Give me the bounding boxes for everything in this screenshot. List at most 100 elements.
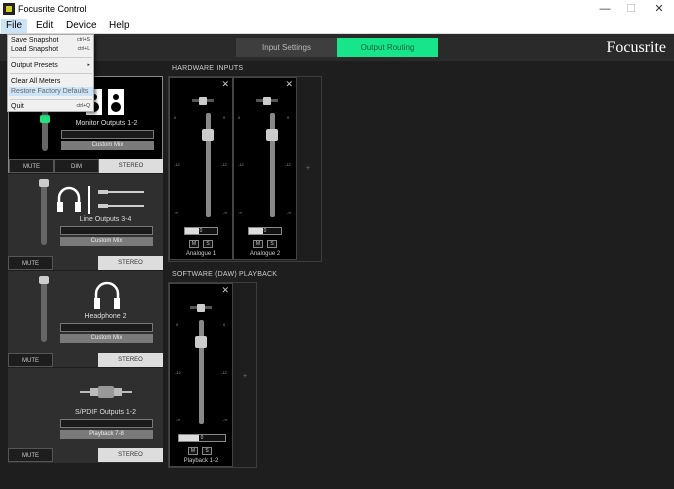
output-spdif-panel[interactable]: S/PDIF Outputs 1-2 Playback 7-8 MUTE STE…	[8, 368, 163, 463]
scale-label: 0	[176, 322, 179, 327]
level-meter	[60, 226, 153, 235]
output-name: Line Outputs 3-4	[79, 216, 132, 223]
output-line-panel[interactable]: Line Outputs 3-4 Custom Mix MUTE STEREO	[8, 174, 163, 270]
solo-s-button[interactable]: S	[267, 240, 277, 248]
tab-input-settings[interactable]: Input Settings	[236, 38, 337, 57]
level-meter	[61, 130, 154, 139]
add-channel-button[interactable]: +	[243, 373, 247, 380]
mute-button[interactable]: MUTE	[9, 159, 54, 173]
pan-knob[interactable]	[199, 97, 207, 105]
solo-s-button[interactable]: S	[203, 240, 213, 248]
source-select-button[interactable]: Custom Mix	[60, 237, 153, 246]
mute-m-button[interactable]: M	[189, 240, 199, 248]
fader-knob[interactable]	[195, 336, 207, 348]
channel-name: Analogue 1	[185, 251, 217, 257]
gain-display[interactable]: 0	[178, 434, 226, 442]
menu-item-clear-meters[interactable]: Clear All Meters	[9, 77, 93, 86]
scale-label: -12	[221, 370, 227, 375]
mute-m-button[interactable]: M	[188, 447, 198, 455]
close-icon[interactable]: ✕	[221, 285, 229, 296]
section-title-daw-playback: SOFTWARE (DAW) PLAYBACK	[172, 271, 278, 278]
menu-separator	[10, 99, 92, 100]
menu-item-restore-defaults[interactable]: Restore Factory Defaults	[9, 87, 93, 96]
close-button[interactable]: ✕	[646, 0, 672, 19]
title-bar: Focusrite Control — ☐ ✕	[0, 0, 674, 19]
scale-label: 0	[174, 115, 177, 120]
scale-label: 0	[238, 115, 241, 120]
mute-button[interactable]: MUTE	[8, 256, 53, 270]
mute-button[interactable]: MUTE	[8, 353, 53, 367]
channel-name: Analogue 2	[249, 251, 281, 257]
gain-display[interactable]: 0	[184, 227, 218, 235]
menu-item-save-snapshot[interactable]: Save Snapshot ctrl+S	[9, 36, 93, 45]
section-title-hardware-inputs: HARDWARE INPUTS	[172, 65, 244, 72]
stereo-button[interactable]: STEREO	[98, 256, 163, 270]
headphones-and-cables-icon	[57, 186, 144, 214]
output-name: Headphone 2	[84, 313, 127, 320]
scale-label: -12	[174, 162, 180, 167]
source-select-button[interactable]: Custom Mix	[61, 141, 154, 150]
volume-knob[interactable]	[39, 179, 49, 187]
submenu-arrow-icon: ▸	[87, 62, 90, 68]
scale-label: -∞	[174, 210, 179, 215]
gain-display[interactable]: 0	[248, 227, 282, 235]
menu-item-output-presets[interactable]: Output Presets ▸	[9, 61, 93, 70]
fader-knob[interactable]	[202, 129, 214, 141]
window-title: Focusrite Control	[18, 4, 87, 14]
file-menu-dropdown: Save Snapshot ctrl+S Load Snapshot ctrl+L …	[7, 34, 94, 112]
output-name: S/PDIF Outputs 1-2	[74, 409, 137, 416]
scale-label: -12	[175, 370, 181, 375]
mute-m-button[interactable]: M	[253, 240, 263, 248]
stereo-button[interactable]: STEREO	[99, 159, 163, 173]
maximize-button[interactable]: ☐	[618, 0, 644, 19]
source-select-button[interactable]: Custom Mix	[60, 334, 153, 343]
volume-knob[interactable]	[39, 276, 49, 284]
minimize-button[interactable]: —	[592, 0, 618, 19]
stereo-button[interactable]: STEREO	[98, 448, 163, 462]
pan-knob[interactable]	[197, 304, 205, 312]
channel-name: Playback 1-2	[183, 458, 219, 464]
scale-label: 0	[223, 322, 226, 327]
menu-item-quit[interactable]: Quit ctrl+Q	[9, 102, 93, 111]
solo-s-button[interactable]: S	[202, 447, 212, 455]
output-name: Monitor Outputs 1-2	[75, 120, 138, 127]
channel-strip: ✕ 0 0 -12 -12 -∞ -∞ 0 M S Analogue 2	[233, 77, 297, 260]
dim-button[interactable]: DIM	[54, 159, 99, 173]
fader-knob[interactable]	[266, 129, 278, 141]
tab-output-routing[interactable]: Output Routing	[337, 38, 438, 57]
close-icon[interactable]: ✕	[285, 79, 293, 90]
scale-label: -12	[238, 162, 244, 167]
source-select-button[interactable]: Playback 7-8	[60, 430, 153, 439]
menu-item-load-snapshot[interactable]: Load Snapshot ctrl+L	[9, 45, 93, 54]
scale-label: -12	[221, 162, 227, 167]
menu-file[interactable]: File	[1, 19, 28, 33]
menu-separator	[10, 57, 92, 58]
scale-label: -∞	[223, 417, 228, 422]
level-meter	[60, 323, 153, 332]
add-channel-button[interactable]: +	[306, 165, 310, 172]
brand-logo: Focusrite	[606, 39, 666, 56]
close-icon[interactable]: ✕	[221, 79, 229, 90]
channel-strip: ✕ 0 0 -12 -12 -∞ -∞ 0 M S Playback 1-2	[169, 283, 233, 467]
stereo-button[interactable]: STEREO	[98, 353, 163, 367]
volume-track	[41, 180, 47, 245]
output-headphone-panel[interactable]: Headphone 2 Custom Mix MUTE STEREO	[8, 271, 163, 367]
scale-label: -∞	[176, 417, 181, 422]
menu-edit[interactable]: Edit	[31, 19, 58, 33]
pan-knob[interactable]	[263, 97, 271, 105]
headphones-icon	[94, 281, 120, 309]
channel-strip: ✕ 0 0 -12 -12 -∞ -∞ 0 M S Analogue 1	[169, 77, 233, 260]
volume-track	[41, 277, 47, 342]
menu-help[interactable]: Help	[104, 19, 135, 33]
app-icon	[3, 3, 15, 15]
header-bar: Input Settings Output Routing Focusrite	[0, 34, 674, 61]
mute-button[interactable]: MUTE	[8, 448, 53, 462]
scale-label: -∞	[287, 210, 292, 215]
menu-device[interactable]: Device	[61, 19, 102, 33]
scale-label: -∞	[238, 210, 243, 215]
scale-label: 0	[287, 115, 290, 120]
menu-bar: File Edit Device Help	[0, 19, 674, 34]
level-meter	[60, 419, 153, 428]
scale-label: 0	[223, 115, 226, 120]
scale-label: -∞	[223, 210, 228, 215]
